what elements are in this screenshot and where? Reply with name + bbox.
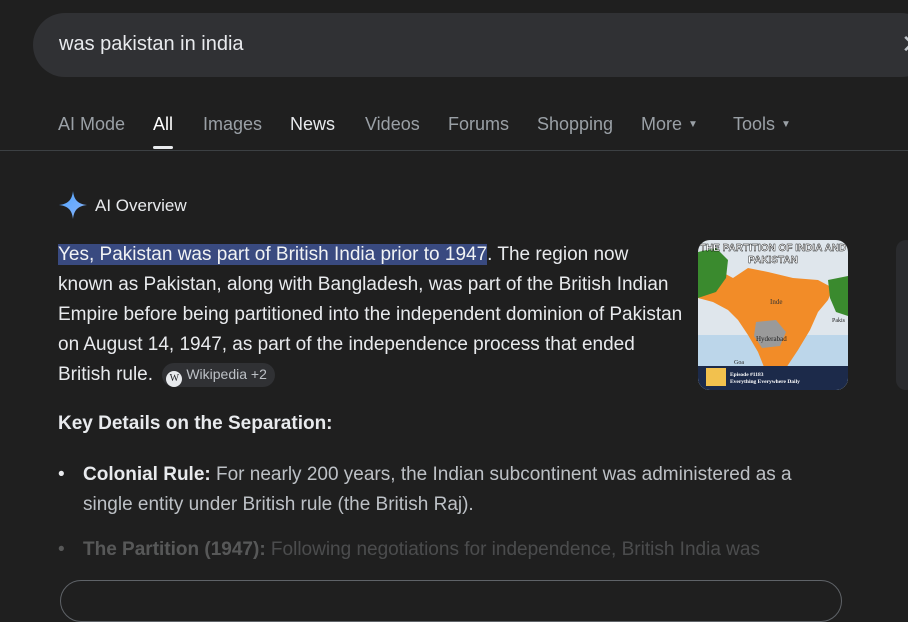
map-caption-episode: Episode #1183 xyxy=(730,372,764,378)
tab-tools-label: Tools xyxy=(733,114,776,134)
bullet-text: Following negotiations for independence,… xyxy=(265,539,760,560)
search-input[interactable]: was pakistan in india xyxy=(59,33,244,56)
section-heading: Key Details on the Separation: xyxy=(58,413,333,434)
source-chip[interactable]: W Wikipedia +2 xyxy=(162,363,275,387)
sparkle-icon xyxy=(59,191,87,219)
tab-shopping[interactable]: Shopping xyxy=(537,114,613,135)
map-label-inde: Inde xyxy=(770,298,782,306)
tab-tools[interactable]: Tools ▼ xyxy=(733,114,791,135)
partition-map-thumbnail[interactable]: THE PARTITION OF INDIA AND PAKISTAN Inde… xyxy=(698,240,848,390)
search-box[interactable]: was pakistan in india ✕ xyxy=(33,13,908,77)
active-tab-indicator xyxy=(153,146,173,149)
tab-all[interactable]: All xyxy=(153,114,173,135)
tab-videos[interactable]: Videos xyxy=(365,114,420,135)
tab-more[interactable]: More ▼ xyxy=(641,114,698,135)
tab-more-label: More xyxy=(641,114,683,134)
divider xyxy=(0,150,908,151)
partition-map-image: THE PARTITION OF INDIA AND PAKISTAN Inde… xyxy=(698,240,848,390)
bullet-dot: • xyxy=(58,464,65,485)
tab-images[interactable]: Images xyxy=(203,114,262,135)
tab-forums[interactable]: Forums xyxy=(448,114,509,135)
ai-overview-text: Yes, Pakistan was part of British India … xyxy=(58,240,688,390)
show-more-button[interactable] xyxy=(60,580,842,622)
list-item: • Colonial Rule: For nearly 200 years, t… xyxy=(58,460,838,520)
close-icon[interactable]: ✕ xyxy=(901,31,908,57)
caret-down-icon: ▼ xyxy=(781,119,791,130)
highlighted-answer: Yes, Pakistan was part of British India … xyxy=(58,244,488,265)
map-title-text: THE PARTITION OF INDIA AND xyxy=(700,243,846,254)
map-label-hyderabad: Hyderabad xyxy=(756,335,787,343)
list-item: • The Partition (1947): Following negoti… xyxy=(58,535,838,565)
map-label-pakistan: Pakis xyxy=(832,318,846,324)
tab-news[interactable]: News xyxy=(290,114,335,135)
bullet-heading: The Partition (1947): xyxy=(83,539,266,560)
caret-down-icon: ▼ xyxy=(688,119,698,130)
wikipedia-icon: W xyxy=(166,371,183,387)
source-chip-label: Wikipedia +2 xyxy=(186,366,267,382)
bullet-dot: • xyxy=(58,539,65,560)
ai-overview-title: AI Overview xyxy=(95,196,187,215)
tab-ai-mode[interactable]: AI Mode xyxy=(58,114,125,135)
map-label-goa: Goa xyxy=(734,360,744,366)
map-caption-show: Everything Everywhere Daily xyxy=(730,379,800,385)
bullet-heading: Colonial Rule: xyxy=(83,464,211,485)
next-image-card[interactable] xyxy=(896,240,908,390)
map-title-text-2: PAKISTAN xyxy=(748,255,798,266)
answer-text: . The region now known as Pakistan, alon… xyxy=(58,244,683,385)
